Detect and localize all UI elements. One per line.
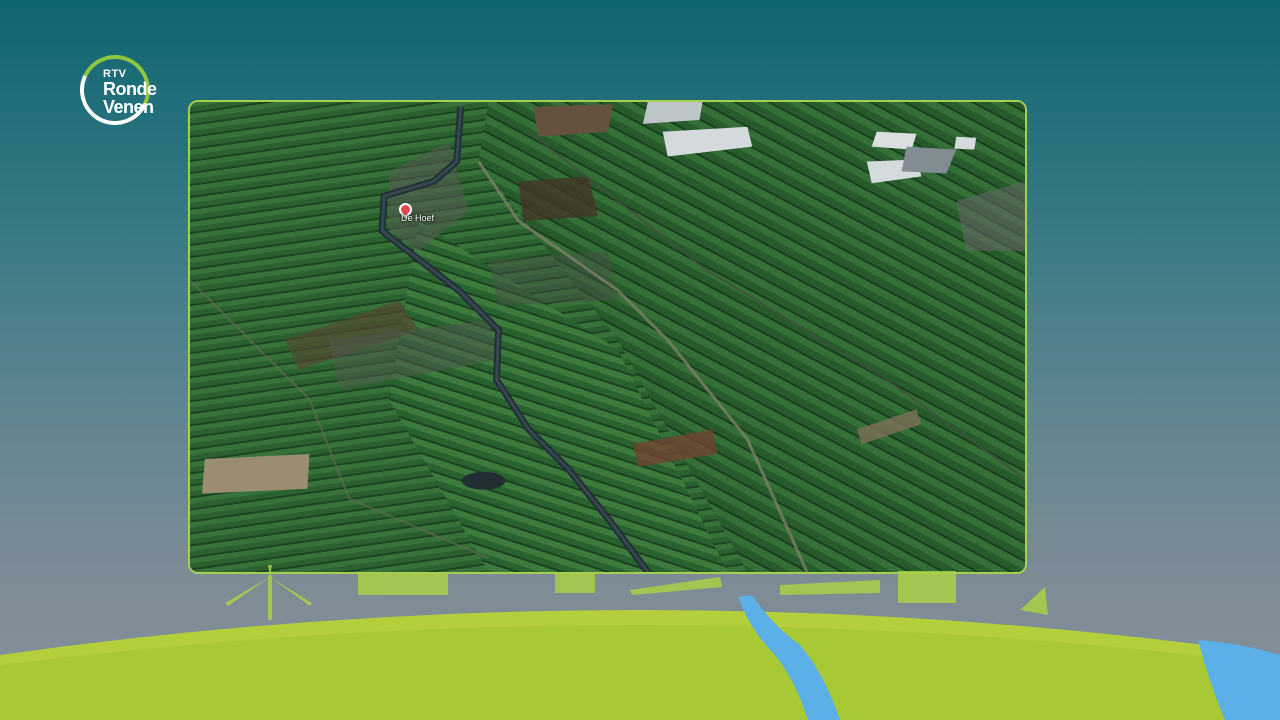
logo-line-2: Venen xyxy=(103,97,154,117)
logo-text: RTV Ronde Venen xyxy=(103,69,157,117)
map-place-label: De Hoef xyxy=(401,213,435,223)
aerial-map-image xyxy=(190,102,1025,572)
logo-line-1: Ronde xyxy=(103,79,157,99)
ground-hill xyxy=(0,595,1280,720)
channel-logo: RTV Ronde Venen xyxy=(70,45,165,135)
aerial-map: De Hoef xyxy=(188,100,1027,574)
